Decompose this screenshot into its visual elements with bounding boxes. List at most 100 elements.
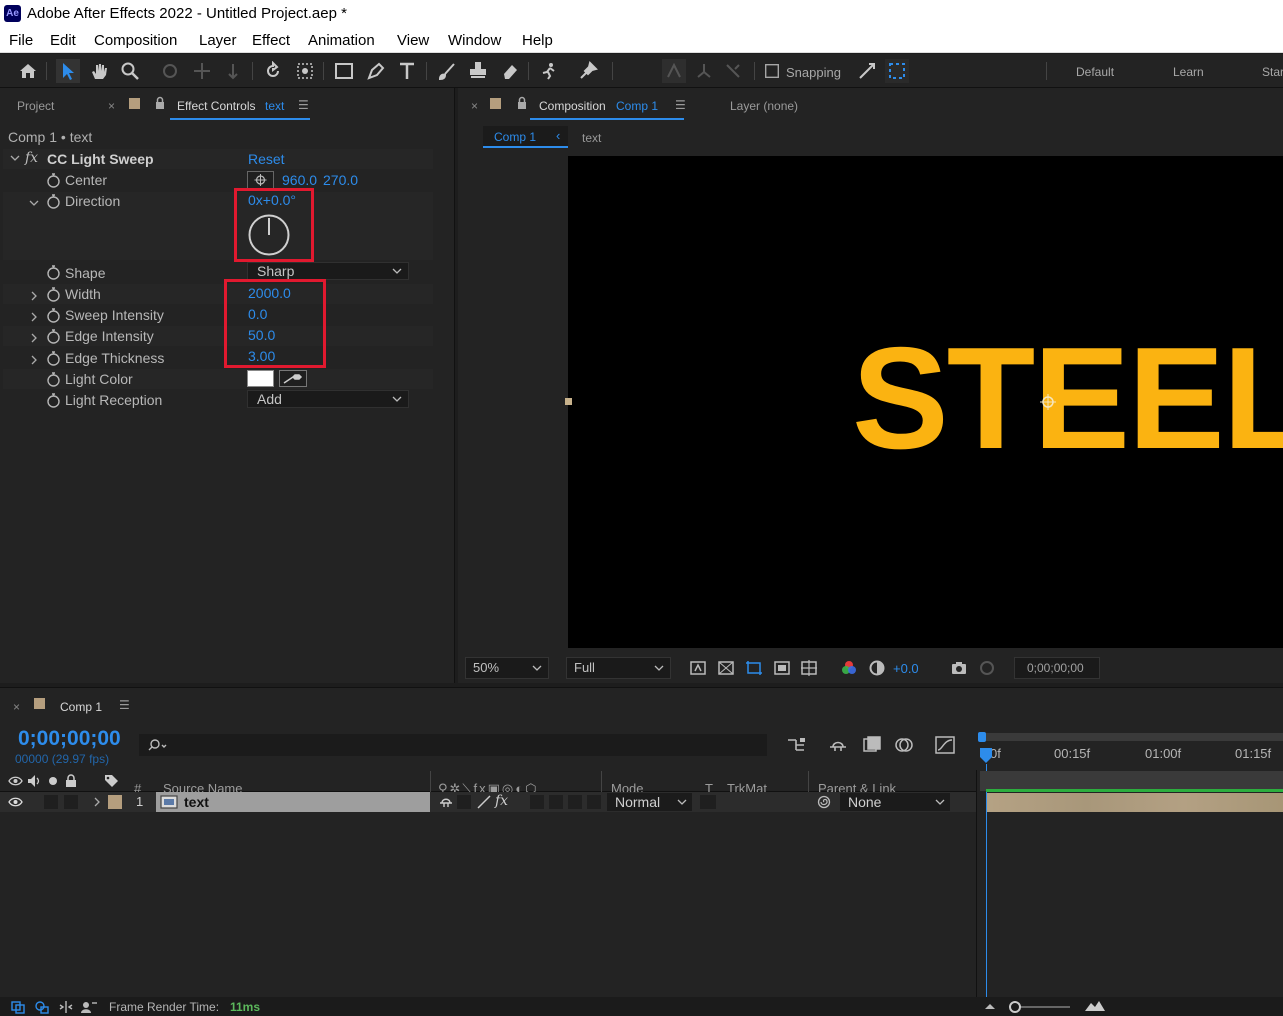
frame-blend-switch[interactable]	[530, 795, 544, 809]
center-x-value[interactable]: 960.0	[282, 172, 317, 188]
close-tab-icon[interactable]: ×	[13, 700, 20, 714]
lock-toggle[interactable]	[64, 795, 78, 809]
eraser-tool-icon[interactable]	[498, 59, 522, 83]
grid-guides-icon[interactable]	[800, 659, 818, 677]
eyedropper-icon[interactable]	[279, 370, 307, 387]
solo-toggle[interactable]	[44, 795, 58, 809]
light-reception-dropdown[interactable]: Add	[247, 390, 409, 408]
snapshot-camera-icon[interactable]	[950, 659, 968, 677]
menu-composition[interactable]: Composition	[94, 32, 177, 49]
work-area-bar[interactable]	[980, 733, 1283, 741]
pan-camera-icon[interactable]	[190, 59, 214, 83]
graph-editor-icon[interactable]	[934, 735, 956, 755]
motion-blur-switch[interactable]	[549, 795, 563, 809]
stopwatch-icon[interactable]	[46, 173, 61, 188]
snapping-checkbox[interactable]	[763, 59, 781, 83]
menu-view[interactable]: View	[397, 32, 429, 49]
pen-tool-icon[interactable]	[364, 59, 388, 83]
tab-timeline-comp[interactable]: Comp 1	[60, 700, 102, 714]
tab-layer[interactable]: Layer (none)	[730, 99, 798, 113]
shy-switch-icon[interactable]	[438, 795, 454, 809]
show-snapshot-icon[interactable]	[978, 659, 996, 677]
pick-whip-icon[interactable]	[816, 795, 832, 809]
orbit-camera-icon[interactable]	[158, 59, 182, 83]
tab-effect-controls[interactable]: Effect Controls	[177, 99, 255, 113]
type-tool-icon[interactable]	[395, 59, 419, 83]
home-icon[interactable]	[16, 59, 40, 83]
mode-dropdown[interactable]: Normal	[607, 793, 692, 811]
expand-direction-icon[interactable]	[29, 196, 39, 206]
quality-switch-icon[interactable]	[476, 795, 492, 809]
stopwatch-icon[interactable]	[46, 393, 61, 408]
breadcrumb-layer[interactable]: text	[582, 131, 601, 145]
reset-link[interactable]: Reset	[248, 151, 285, 167]
shy-layers-icon[interactable]	[827, 735, 849, 755]
playhead-icon[interactable]	[979, 747, 993, 765]
zoom-tool-icon[interactable]	[118, 59, 142, 83]
light-color-swatch[interactable]	[247, 370, 274, 387]
menu-effect[interactable]: Effect	[252, 32, 290, 49]
expand-effect-icon[interactable]	[10, 151, 20, 166]
menu-layer[interactable]: Layer	[199, 32, 237, 49]
lock-icon[interactable]	[516, 96, 528, 113]
stopwatch-icon[interactable]	[46, 329, 61, 344]
stopwatch-icon[interactable]	[46, 194, 61, 209]
close-tab-icon[interactable]: ×	[471, 99, 478, 113]
brush-tool-icon[interactable]	[435, 59, 459, 83]
collapse-switch[interactable]	[457, 795, 471, 809]
layer-duration-bar[interactable]	[987, 793, 1283, 812]
anchor-point-icon[interactable]	[1038, 392, 1058, 412]
channel-rgb-icon[interactable]	[840, 659, 858, 677]
tab-project[interactable]: Project	[17, 99, 54, 113]
search-input[interactable]	[139, 734, 767, 756]
comp-breadcrumb-active[interactable]: Comp 1 ‹	[483, 126, 568, 148]
fast-previews-icon[interactable]	[689, 659, 707, 677]
shape-dropdown[interactable]: Sharp	[247, 262, 409, 280]
resolution-dropdown[interactable]: Full	[566, 657, 671, 679]
puppet-pin-tool-icon[interactable]	[576, 59, 600, 83]
layer-handle[interactable]	[565, 398, 572, 405]
panel-menu-icon[interactable]: ☰	[119, 698, 130, 712]
motion-blur-icon[interactable]	[893, 735, 915, 755]
preserve-transparency-toggle[interactable]	[700, 795, 716, 809]
selection-tool-icon[interactable]	[56, 59, 80, 83]
mask-visibility-icon[interactable]	[745, 659, 763, 677]
tab-composition[interactable]: Composition	[539, 99, 606, 113]
in-out-toggle-icon[interactable]	[58, 1000, 74, 1014]
stopwatch-icon[interactable]	[46, 372, 61, 387]
zoom-out-icon[interactable]	[984, 1002, 996, 1010]
menu-window[interactable]: Window	[448, 32, 501, 49]
snap-edges-icon[interactable]	[855, 59, 879, 83]
table-row[interactable]: 1 text fx Normal None	[0, 792, 976, 812]
stopwatch-icon[interactable]	[46, 351, 61, 366]
expand-width-icon[interactable]	[29, 289, 39, 301]
zoom-slider-thumb[interactable]	[1009, 1001, 1021, 1013]
render-time-icon[interactable]	[80, 1000, 98, 1014]
region-of-interest-icon[interactable]	[773, 659, 791, 677]
menu-animation[interactable]: Animation	[308, 32, 375, 49]
fx-icon[interactable]: fx	[25, 150, 38, 166]
current-timecode[interactable]: 0;00;00;00	[18, 727, 121, 751]
panel-menu-icon[interactable]: ☰	[298, 98, 309, 112]
workspace-learn[interactable]: Learn	[1173, 65, 1204, 79]
eye-icon[interactable]	[8, 796, 23, 808]
close-tab-icon[interactable]: ×	[108, 99, 115, 113]
pan-behind-tool-icon[interactable]	[293, 59, 317, 83]
composition-mini-flowchart-icon[interactable]	[786, 735, 808, 755]
lock-icon[interactable]	[154, 96, 166, 113]
view-axis-mode-icon[interactable]	[721, 59, 745, 83]
canvas-text[interactable]: STEEL	[852, 326, 1283, 471]
layer-name-cell[interactable]: text	[156, 792, 430, 812]
expand-edge-intensity-icon[interactable]	[29, 331, 39, 343]
local-axis-mode-icon[interactable]	[662, 59, 686, 83]
expand-layer-icon[interactable]	[93, 797, 101, 807]
clone-stamp-tool-icon[interactable]	[466, 59, 490, 83]
transparency-grid-icon[interactable]	[717, 659, 735, 677]
stopwatch-icon[interactable]	[46, 287, 61, 302]
center-y-value[interactable]: 270.0	[323, 172, 358, 188]
stopwatch-icon[interactable]	[46, 308, 61, 323]
timecode-field[interactable]: 0;00;00;00	[1014, 657, 1100, 679]
dolly-camera-icon[interactable]	[221, 59, 245, 83]
work-area-start-handle[interactable]	[978, 732, 986, 742]
stopwatch-icon[interactable]	[46, 265, 61, 280]
